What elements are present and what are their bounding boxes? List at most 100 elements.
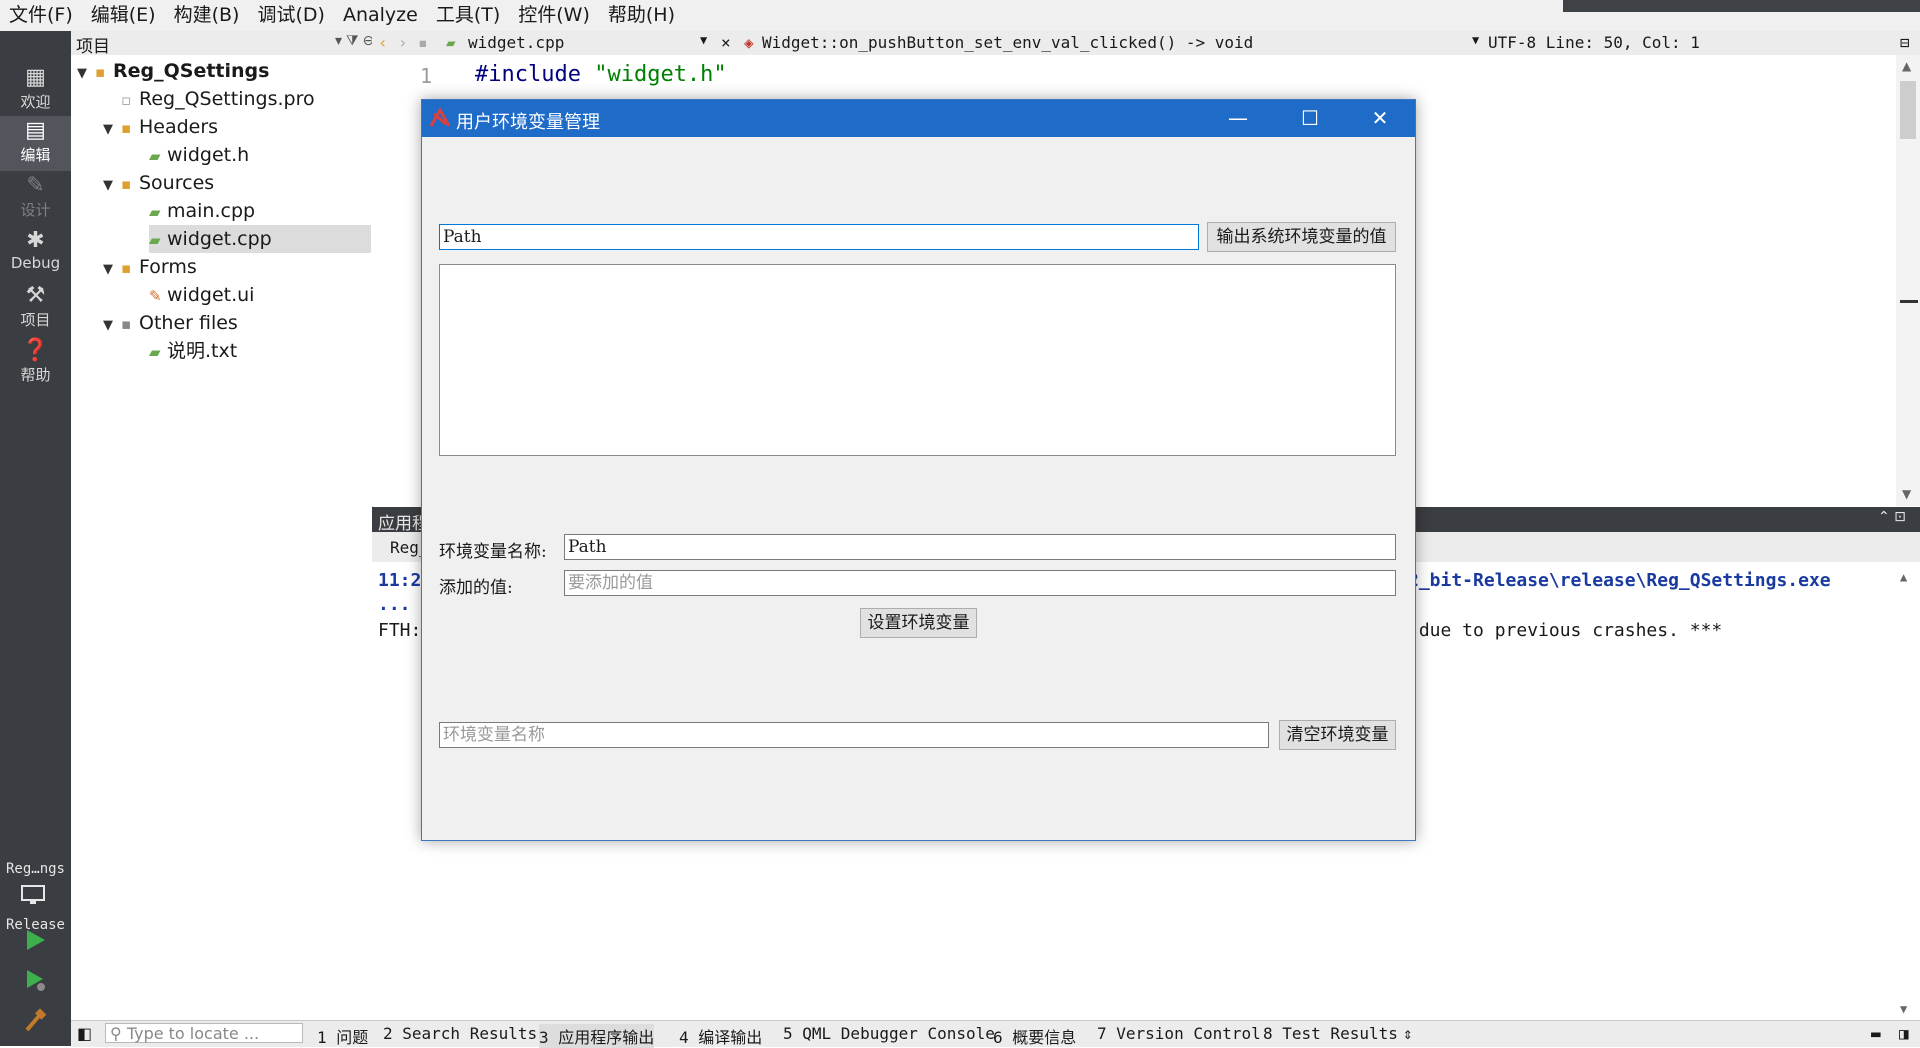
split-icon[interactable]: ⊟ — [1900, 33, 1910, 52]
env-value-output[interactable] — [439, 264, 1396, 456]
tab-search-results[interactable]: 2 Search Results — [383, 1024, 537, 1043]
mode-label: 项目 — [20, 311, 51, 329]
close-icon[interactable]: ✕ — [1345, 100, 1415, 137]
tab-qml-debugger[interactable]: 5 QML Debugger Console — [783, 1024, 995, 1043]
set-env-button[interactable]: 设置环境变量 — [860, 608, 977, 638]
function-selector[interactable]: Widget::on_pushButton_set_env_val_clicke… — [762, 33, 1253, 52]
maximize-pane-icon[interactable]: ⌃ ⊡ — [1878, 509, 1906, 525]
scroll-up-icon[interactable]: ▲ — [1900, 570, 1907, 584]
menu-tools[interactable]: 工具(T) — [427, 0, 509, 31]
tab-test-results[interactable]: 8 Test Results — [1263, 1024, 1398, 1043]
node-label: Reg_QSettings.pro — [139, 88, 315, 110]
tree-node-widget-h[interactable]: ▰ widget.h — [149, 141, 249, 169]
chevron-down-icon[interactable]: ▼ — [103, 116, 121, 144]
node-label: 说明.txt — [167, 340, 238, 362]
tree-node-widget-ui[interactable]: ✎ widget.ui — [149, 281, 254, 309]
mode-debug[interactable]: ✱ Debug — [0, 226, 71, 281]
forward-arrow-icon[interactable]: › — [398, 33, 408, 52]
tab-app-output[interactable]: 3 应用程序输出 — [539, 1024, 655, 1048]
tab-general-messages[interactable]: 6 概要信息 — [993, 1024, 1076, 1048]
node-label: Sources — [139, 172, 215, 194]
mode-design[interactable]: ✎ 设计 — [0, 171, 71, 226]
scroll-down-icon[interactable]: ▼ — [1900, 1002, 1907, 1016]
run-icon[interactable] — [22, 927, 48, 953]
output-toggle-icon[interactable]: ◨ — [1899, 1024, 1909, 1043]
tree-node-other-files[interactable]: ▼ ▪ Other files — [103, 309, 238, 337]
scroll-marker — [1900, 300, 1918, 303]
output-line: due to previous crashes. *** — [1408, 620, 1723, 641]
maximize-icon[interactable]: ☐ — [1275, 100, 1345, 137]
tab-version-control[interactable]: 7 Version Control — [1097, 1024, 1261, 1043]
chevron-down-icon[interactable]: ▼ — [103, 256, 121, 284]
tab-issues[interactable]: 1 问题 — [317, 1024, 368, 1048]
add-value-input[interactable]: 要添加的值 — [564, 570, 1396, 596]
close-file-icon[interactable]: × — [721, 33, 731, 52]
menu-help[interactable]: 帮助(H) — [599, 0, 684, 31]
open-file-name[interactable]: widget.cpp — [468, 33, 564, 52]
menu-analyze[interactable]: Analyze — [334, 0, 427, 31]
tree-node-main-cpp[interactable]: ▰ main.cpp — [149, 197, 255, 225]
mode-projects[interactable]: ⚒ 项目 — [0, 281, 71, 336]
cursor-position[interactable]: UTF-8 Line: 50, Col: 1 — [1488, 33, 1700, 52]
tree-node-forms[interactable]: ▼ ▪ Forms — [103, 253, 197, 281]
tree-node-project[interactable]: ▼ ▪ Reg_QSettings — [77, 57, 269, 85]
scrollbar-thumb[interactable] — [1900, 81, 1916, 139]
mode-welcome[interactable]: ▦ 欢迎 — [0, 63, 71, 118]
project-panel-title[interactable]: 项目 — [76, 32, 110, 57]
chevron-down-icon[interactable]: ▼ — [77, 60, 95, 88]
tree-node-sources[interactable]: ▼ ▪ Sources — [103, 169, 214, 197]
build-hammer-icon[interactable] — [22, 1007, 48, 1033]
kit-name[interactable]: Reg…ngs — [0, 861, 71, 877]
locator-placeholder: Type to locate ... — [126, 1024, 260, 1043]
editor-scrollbar[interactable]: ▲ ▼ — [1896, 55, 1920, 506]
clear-env-name-input[interactable]: 环境变量名称 — [439, 722, 1269, 748]
project-icon: ▪ — [95, 63, 106, 81]
function-dropdown-icon[interactable]: ▼ — [1472, 33, 1479, 47]
back-arrow-icon[interactable]: ‹ — [378, 33, 388, 52]
tree-node-pro-file[interactable]: ▫ Reg_QSettings.pro — [121, 85, 315, 113]
tree-node-widget-cpp[interactable]: ▰ widget.cpp — [149, 225, 371, 253]
source-file-icon: ▰ — [149, 147, 161, 165]
sys-env-name-input[interactable]: Path — [439, 224, 1199, 250]
scroll-down-icon[interactable]: ▼ — [1902, 487, 1911, 501]
output-line: 2_bit-Release\release\Reg_QSettings.exe — [1408, 570, 1831, 591]
menu-file[interactable]: 文件(F) — [0, 0, 82, 31]
env-name-input[interactable]: Path — [564, 534, 1396, 560]
monitor-icon[interactable] — [20, 884, 48, 906]
code-keyword: #include — [475, 62, 581, 87]
chevron-down-icon[interactable]: ▼ — [103, 312, 121, 340]
line-number: 1 — [419, 64, 432, 88]
menu-build[interactable]: 构建(B) — [165, 0, 249, 31]
progress-icon[interactable]: ▬ — [1871, 1024, 1881, 1043]
function-icon: ◈ — [744, 33, 754, 52]
dialog-title-bar[interactable]: 用户环境变量管理 — ☐ ✕ — [422, 100, 1415, 137]
menu-edit[interactable]: 编辑(E) — [82, 0, 165, 31]
env-var-dialog: 用户环境变量管理 — ☐ ✕ Path 输出系统环境变量的值 环境变量名称: P… — [421, 99, 1416, 841]
window-edge-strip — [1563, 0, 1920, 12]
output-sys-env-button[interactable]: 输出系统环境变量的值 — [1207, 222, 1396, 252]
mode-help[interactable]: ❓ 帮助 — [0, 336, 71, 391]
menu-widgets[interactable]: 控件(W) — [509, 0, 599, 31]
output-line: ... — [378, 594, 411, 615]
code-line[interactable]: #include "widget.h" — [475, 62, 727, 87]
file-dropdown-icon[interactable]: ▼ — [700, 33, 707, 47]
status-bar: ◧ ⚲ Type to locate ... 1 问题 2 Search Res… — [71, 1020, 1920, 1048]
code-string: "widget.h" — [594, 62, 727, 87]
tree-node-headers[interactable]: ▼ ▪ Headers — [103, 113, 218, 141]
node-label: Headers — [139, 116, 219, 138]
menu-debug[interactable]: 调试(D) — [248, 0, 333, 31]
debug-run-icon[interactable] — [22, 967, 48, 993]
clear-env-button[interactable]: 清空环境变量 — [1279, 720, 1396, 750]
mode-label: Debug — [10, 254, 61, 272]
mode-edit[interactable]: ▤ 编辑 — [0, 116, 71, 171]
scroll-up-icon[interactable]: ▲ — [1902, 59, 1911, 73]
minimize-icon[interactable]: — — [1203, 100, 1273, 137]
tab-compile-output[interactable]: 4 编译输出 — [679, 1024, 762, 1048]
tree-node-readme[interactable]: ▰ 说明.txt — [149, 337, 237, 365]
folder-icon: ▪ — [121, 119, 132, 137]
chevron-down-icon[interactable]: ▼ — [103, 172, 121, 200]
more-tabs-icon[interactable]: ⇕ — [1403, 1024, 1413, 1043]
locator-input[interactable]: ⚲ Type to locate ... — [105, 1023, 303, 1043]
node-label: widget.cpp — [167, 228, 272, 250]
toggle-sidebar-icon[interactable]: ◧ — [77, 1024, 92, 1043]
